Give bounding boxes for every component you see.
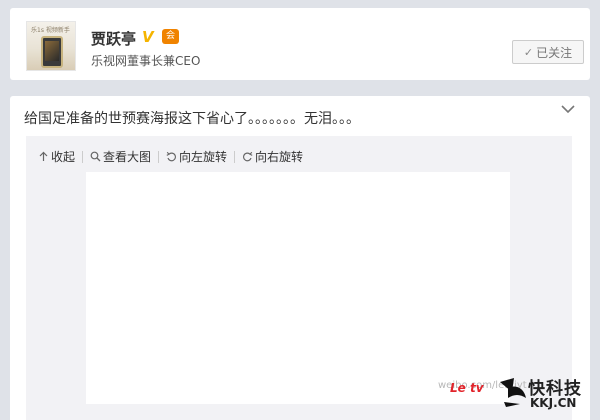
post-image[interactable]: weibo.com/letvjyt Le tv: [86, 172, 527, 404]
avatar-caption: 乐1s 视频新手: [31, 27, 70, 34]
rotate-right-label: 向右旋转: [255, 150, 304, 164]
user-name[interactable]: 贾跃亭: [91, 28, 136, 49]
post-card: 给国足准备的世预赛海报这下省心了。。。。。。。无泪。。。 收起 查看大图 向左旋…: [10, 96, 590, 420]
rotate-right-button[interactable]: 向右旋转: [242, 148, 303, 165]
post-text: 给国足准备的世预赛海报这下省心了。。。。。。。无泪。。。: [24, 111, 360, 127]
site-logo-url: KKJ.CN: [530, 396, 577, 410]
verified-icon: V: [142, 28, 154, 46]
rotate-left-button[interactable]: 向左旋转: [166, 148, 227, 165]
user-description: 乐视网董事长兼CEO: [91, 54, 201, 68]
media-area: 收起 查看大图 向左旋转 向右旋转 weibo.com/letvjyt Le t…: [26, 136, 572, 420]
collapse-button[interactable]: 收起: [38, 148, 75, 165]
media-toolbar: 收起 查看大图 向左旋转 向右旋转: [38, 148, 303, 165]
toolbar-divider: [234, 150, 236, 163]
collapse-up-icon: [39, 151, 48, 161]
phone-image: [41, 36, 63, 68]
toolbar-divider: [158, 150, 160, 163]
rotate-right-icon: [243, 151, 253, 162]
search-icon: [90, 151, 101, 162]
rotate-left-label: 向左旋转: [179, 150, 228, 164]
vip-badge-icon[interactable]: 会员: [162, 29, 179, 56]
view-large-label: 查看大图: [103, 150, 152, 164]
profile-card: 乐1s 视频新手 贾跃亭 V 会员 乐视网董事长兼CEO ✓ 已关注: [10, 8, 590, 80]
kkj-logo-icon: [500, 378, 526, 407]
letv-logo: Le tv: [450, 381, 484, 395]
rotate-left-icon: [166, 151, 177, 162]
avatar[interactable]: 乐1s 视频新手: [26, 21, 76, 71]
check-icon: ✓: [523, 45, 534, 59]
follow-button[interactable]: ✓ 已关注: [512, 40, 584, 64]
follow-button-label: 已关注: [536, 45, 573, 60]
view-large-button[interactable]: 查看大图: [90, 148, 151, 165]
toolbar-divider: [82, 150, 84, 163]
chevron-down-icon[interactable]: [560, 102, 576, 116]
collapse-label: 收起: [51, 150, 76, 164]
